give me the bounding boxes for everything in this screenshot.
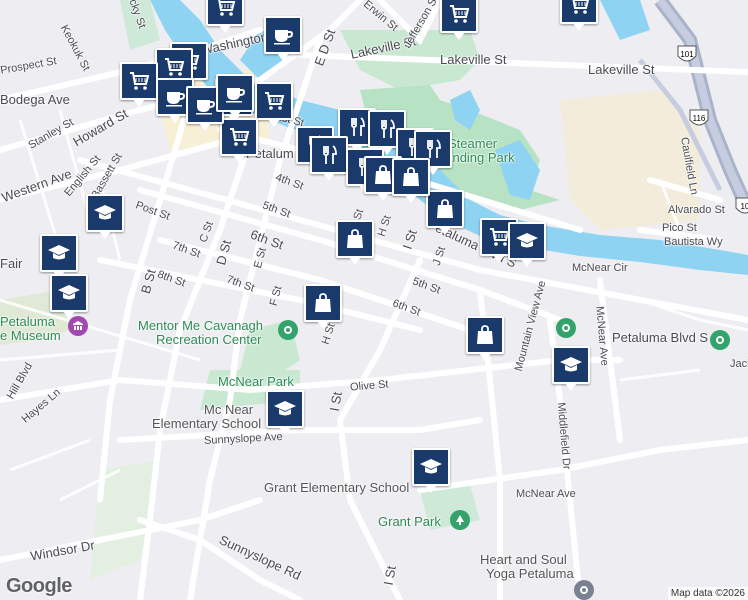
shopping-pin[interactable] xyxy=(466,316,504,361)
shopping-pin[interactable] xyxy=(336,220,374,265)
poi-label-mcnear-park[interactable]: McNear Park xyxy=(218,374,294,389)
street-label-jack: Jack xyxy=(730,358,748,370)
poi-label-museum-2[interactable]: e Museum xyxy=(0,328,61,343)
street-label-bautista: Bautista Wy xyxy=(664,236,723,248)
cart-icon xyxy=(262,89,286,113)
grocery-pin[interactable] xyxy=(440,0,478,40)
museum-poi-icon[interactable] xyxy=(68,316,88,336)
restaurant-pin[interactable] xyxy=(310,136,348,181)
svg-text:101: 101 xyxy=(680,50,694,59)
school-pin[interactable] xyxy=(552,346,590,391)
highway-shield-116-icon: 116 xyxy=(689,109,709,126)
map-base-layer xyxy=(0,0,748,600)
shopping-pin[interactable] xyxy=(304,284,342,329)
poi-label-mcnear-school-2[interactable]: Elementary School xyxy=(152,416,261,431)
cafe-pin[interactable] xyxy=(216,74,254,119)
shopping-pin[interactable] xyxy=(426,190,464,235)
school-pin[interactable] xyxy=(86,194,124,239)
tree-poi-icon[interactable] xyxy=(450,510,470,530)
grocery-pin[interactable] xyxy=(120,62,158,107)
street-label-fair: Fair xyxy=(0,256,23,271)
poi-label-heart-soul-2[interactable]: Yoga Petaluma xyxy=(486,566,574,581)
street-label-mcnear-ave-south: McNear Ave xyxy=(516,488,576,500)
school-pin[interactable] xyxy=(40,234,78,279)
cart-icon xyxy=(162,55,186,79)
grocery-pin[interactable] xyxy=(220,118,258,163)
graduation-cap-icon xyxy=(419,455,443,479)
street-label-lakeville-center: Lakeville St xyxy=(440,52,507,67)
street-label-pico: Pico St xyxy=(662,222,697,234)
cart-icon xyxy=(127,69,151,93)
poi-label-heart-soul-1[interactable]: Heart and Soul xyxy=(480,552,567,567)
graduation-cap-icon xyxy=(93,201,117,225)
poi-label-mentor[interactable]: Mentor Me Cavanagh xyxy=(138,318,263,333)
shopping-bag-icon xyxy=(399,165,423,189)
poi-label-recreation[interactable]: Recreation Center xyxy=(156,332,262,347)
fork-knife-icon xyxy=(317,143,341,167)
street-label-lakeville-east: Lakeville St xyxy=(588,62,655,77)
poi-label-grant-park[interactable]: Grant Park xyxy=(378,514,441,529)
park-poi-icon[interactable] xyxy=(710,330,730,350)
poi-label-museum-1[interactable]: Petaluma xyxy=(0,314,55,329)
shopping-pin[interactable] xyxy=(392,158,430,203)
svg-text:10: 10 xyxy=(741,202,748,211)
school-pin[interactable] xyxy=(50,274,88,319)
graduation-cap-icon xyxy=(57,281,81,305)
google-logo: Google xyxy=(6,575,72,597)
coffee-icon xyxy=(223,81,247,105)
shopping-bag-icon xyxy=(433,197,457,221)
poi-label-grant-school[interactable]: Grant Elementary School xyxy=(264,480,409,495)
coffee-icon xyxy=(163,85,187,109)
cart-icon xyxy=(213,0,237,19)
cart-icon xyxy=(567,0,591,17)
grocery-pin[interactable] xyxy=(206,0,244,33)
yoga-poi-icon[interactable] xyxy=(574,580,594,600)
street-label-alvarado: Alvarado St xyxy=(668,204,725,216)
school-pin[interactable] xyxy=(266,390,304,435)
highway-shield-partial-icon: 10 xyxy=(735,197,748,214)
grocery-pin[interactable] xyxy=(560,0,598,31)
grocery-pin[interactable] xyxy=(255,82,293,127)
school-pin[interactable] xyxy=(412,448,450,493)
coffee-icon xyxy=(193,93,217,117)
shopping-bag-icon xyxy=(473,323,497,347)
cart-icon xyxy=(447,2,471,26)
poi-label-mcnear-school-1[interactable]: Mc Near xyxy=(204,402,253,417)
street-label-bodega: Bodega Ave xyxy=(0,92,70,107)
graduation-cap-icon xyxy=(515,229,539,253)
graduation-cap-icon xyxy=(559,353,583,377)
school-pin[interactable] xyxy=(508,222,546,267)
shopping-bag-icon xyxy=(311,291,335,315)
graduation-cap-icon xyxy=(273,397,297,421)
shopping-bag-icon xyxy=(343,227,367,251)
cart-icon xyxy=(227,125,251,149)
fork-knife-icon xyxy=(345,115,369,139)
park-poi-icon[interactable] xyxy=(278,320,298,340)
poi-label-steamer[interactable]: Steamer xyxy=(448,136,497,151)
park-poi-icon[interactable] xyxy=(556,318,576,338)
cafe-pin[interactable] xyxy=(264,16,302,61)
svg-text:116: 116 xyxy=(693,114,706,123)
graduation-cap-icon xyxy=(47,241,71,265)
highway-shield-101-icon: 101 xyxy=(677,45,697,62)
map-canvas[interactable]: Keokuk St Prospect St Bodega Ave Washing… xyxy=(0,0,748,600)
street-label-petaluma-blvd-s-east: Petaluma Blvd S xyxy=(612,330,709,345)
coffee-icon xyxy=(271,23,295,47)
map-attribution[interactable]: Map data ©2026 xyxy=(667,587,748,600)
street-label-mcnear-cir: McNear Cir xyxy=(572,262,628,274)
